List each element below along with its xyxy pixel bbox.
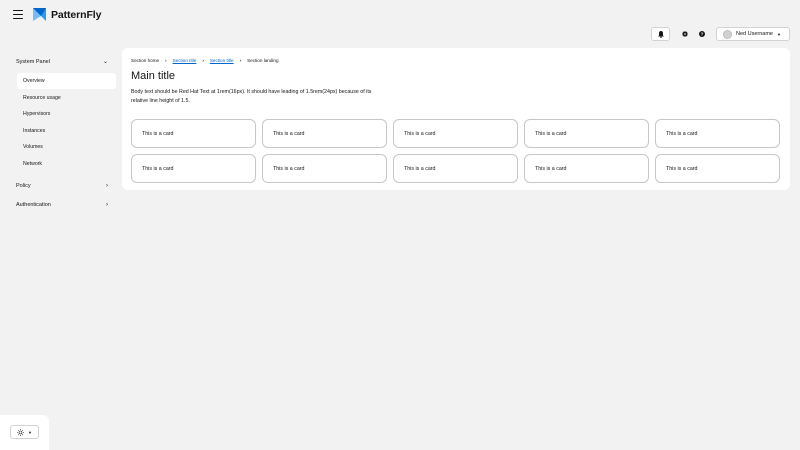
card[interactable]: This is a card xyxy=(131,154,256,183)
body-text: Body text should be Red Hat Text at 1rem… xyxy=(131,89,372,104)
theme-panel: ▼ xyxy=(0,415,49,450)
breadcrumb-item: Section home xyxy=(131,58,160,63)
brand-name: PatternFly xyxy=(51,9,102,21)
card-text: This is a card xyxy=(273,130,305,137)
sun-icon xyxy=(17,428,25,436)
sidebar-item-label: Overview xyxy=(23,78,45,84)
sidebar-item-network[interactable]: Network xyxy=(17,156,116,172)
chevron-right-icon: › xyxy=(239,58,242,63)
masthead: PatternFly ? Ned Username ▼ xyxy=(0,0,800,48)
user-name: Ned Username xyxy=(736,31,773,37)
gear-icon xyxy=(682,31,688,37)
chevron-right-icon: › xyxy=(106,183,108,189)
sidebar-item-label: Network xyxy=(23,161,43,167)
sidebar-group-system-panel[interactable]: System Panel ⌄ xyxy=(16,54,112,70)
chevron-right-icon: › xyxy=(202,58,204,63)
sidebar-group-policy[interactable]: Policy › xyxy=(16,178,112,194)
caret-down-icon: ▼ xyxy=(777,31,781,37)
sidebar-item-overview[interactable]: Overview xyxy=(17,73,116,89)
caret-down-icon: ▼ xyxy=(28,429,32,435)
settings-button[interactable] xyxy=(676,27,694,41)
theme-toggle-button[interactable]: ▼ xyxy=(10,425,39,439)
sidebar-group-label: Authentication xyxy=(16,202,51,208)
chevron-right-icon: › xyxy=(106,202,108,208)
question-circle-icon: ? xyxy=(699,31,705,37)
sidebar-item-label: Hypervisors xyxy=(23,111,51,117)
page-title: Main title xyxy=(131,70,176,82)
main-panel: Section home › Section title › Section t… xyxy=(122,48,790,190)
svg-text:?: ? xyxy=(701,32,704,37)
sidebar-item-volumes[interactable]: Volumes xyxy=(17,139,116,155)
sidebar-item-resource-usage[interactable]: Resource usage xyxy=(17,90,116,106)
patternfly-logo-icon xyxy=(33,8,46,21)
brand-logo[interactable]: PatternFly xyxy=(32,6,101,24)
bell-icon xyxy=(657,30,664,38)
card-text: This is a card xyxy=(273,165,305,172)
card[interactable]: This is a card xyxy=(655,154,780,183)
card-text: This is a card xyxy=(666,165,698,172)
sidebar-item-label: Resource usage xyxy=(23,95,61,101)
sidebar-group-label: Policy xyxy=(16,183,31,189)
card-text: This is a card xyxy=(666,130,698,137)
sidebar-group-authentication[interactable]: Authentication › xyxy=(16,197,112,213)
card[interactable]: This is a card xyxy=(393,119,518,148)
sidebar-item-label: Instances xyxy=(23,128,46,134)
chevron-right-icon: › xyxy=(165,58,167,63)
card[interactable]: This is a card xyxy=(131,119,256,148)
card[interactable]: This is a card xyxy=(393,154,518,183)
card-text: This is a card xyxy=(535,165,567,172)
card-text: This is a card xyxy=(142,130,174,137)
card[interactable]: This is a card xyxy=(262,119,387,148)
chevron-down-icon: ⌄ xyxy=(102,59,108,65)
user-dropdown[interactable]: Ned Username ▼ xyxy=(716,27,790,41)
breadcrumb: Section home › Section title › Section t… xyxy=(131,58,279,63)
help-button[interactable]: ? xyxy=(693,27,711,41)
breadcrumb-current: Section landing xyxy=(247,58,279,63)
card-text: This is a card xyxy=(142,165,174,172)
sidebar-item-label: Volumes xyxy=(23,144,43,150)
notifications-button[interactable] xyxy=(651,27,670,41)
sidebar-group-label: System Panel xyxy=(16,59,50,65)
card[interactable]: This is a card xyxy=(262,154,387,183)
avatar xyxy=(723,29,732,39)
card[interactable]: This is a card xyxy=(524,154,649,183)
breadcrumb-link[interactable]: Section title xyxy=(210,58,234,63)
card-text: This is a card xyxy=(404,130,436,137)
card[interactable]: This is a card xyxy=(655,119,780,148)
sidebar-item-hypervisors[interactable]: Hypervisors xyxy=(17,106,116,122)
hamburger-menu-icon[interactable] xyxy=(13,10,23,20)
breadcrumb-link[interactable]: Section title xyxy=(173,58,197,63)
card[interactable]: This is a card xyxy=(524,119,649,148)
card-text: This is a card xyxy=(404,165,436,172)
sidebar-nav: System Panel ⌄ Overview Resource usage H… xyxy=(0,48,120,408)
card-text: This is a card xyxy=(535,130,567,137)
sidebar-item-instances[interactable]: Instances xyxy=(17,123,116,139)
